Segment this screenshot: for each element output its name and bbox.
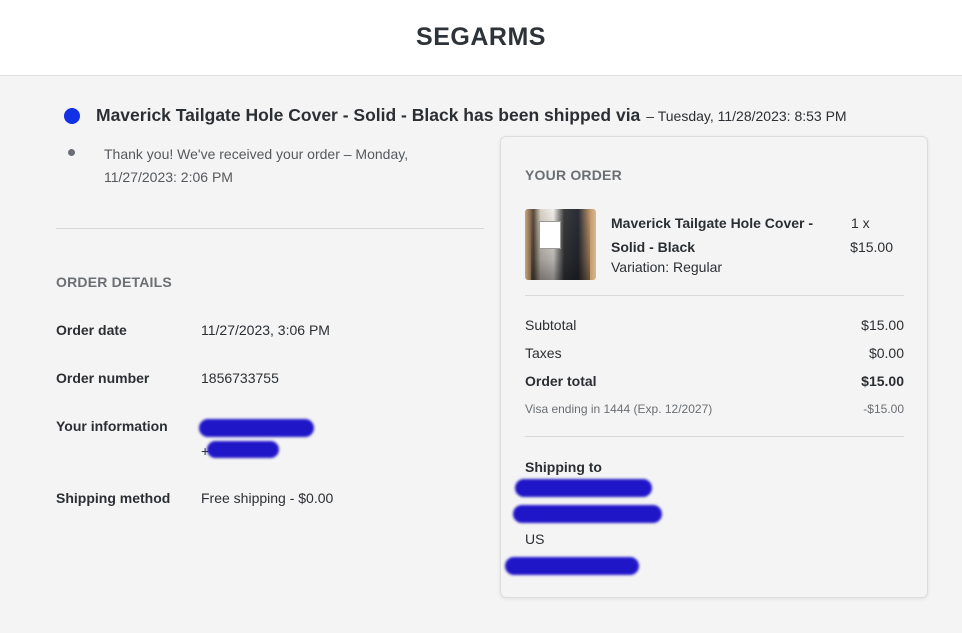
order-number-label: Order number xyxy=(56,370,150,386)
store-brand[interactable]: SEGARMS xyxy=(416,23,546,52)
order-total-row: Order total $15.00 xyxy=(525,373,904,389)
redacted-ship-email xyxy=(505,557,639,575)
received-status-dot xyxy=(68,149,75,156)
product-price: $15.00 xyxy=(850,239,893,255)
redacted-name xyxy=(199,419,314,437)
shipping-country: US xyxy=(525,531,545,547)
shipped-timestamp: – Tuesday, 11/28/2023: 8:53 PM xyxy=(646,108,847,124)
taxes-label: Taxes xyxy=(525,345,562,361)
redacted-ship-name xyxy=(515,479,652,497)
product-quantity: 1 x xyxy=(851,215,870,231)
product-name[interactable]: Maverick Tailgate Hole Cover - Solid - B… xyxy=(611,211,851,259)
payment-method-label: Visa ending in 1444 (Exp. 12/2027) xyxy=(525,402,713,416)
store-header: SEGARMS xyxy=(0,0,962,76)
subtotal-row: Subtotal $15.00 xyxy=(525,317,904,333)
card-divider xyxy=(525,295,904,296)
payment-amount: -$15.00 xyxy=(863,402,904,416)
subtotal-label: Subtotal xyxy=(525,317,577,333)
order-date-value: 11/27/2023, 3:06 PM xyxy=(201,322,330,338)
subtotal-value: $15.00 xyxy=(861,317,904,333)
redacted-ship-address xyxy=(513,505,662,523)
card-divider xyxy=(525,436,904,437)
order-total-label: Order total xyxy=(525,373,597,389)
your-order-card: YOUR ORDER Maverick Tailgate Hole Cover … xyxy=(500,136,928,598)
payment-row: Visa ending in 1444 (Exp. 12/2027) -$15.… xyxy=(525,402,904,416)
redacted-phone xyxy=(207,441,279,458)
section-divider xyxy=(56,228,484,229)
shipped-status-dot xyxy=(64,108,80,124)
product-thumbnail[interactable] xyxy=(525,209,596,280)
order-details-heading: ORDER DETAILS xyxy=(56,274,172,290)
taxes-row: Taxes $0.00 xyxy=(525,345,904,361)
shipped-status: Maverick Tailgate Hole Cover - Solid - B… xyxy=(96,105,847,126)
shipped-text: Maverick Tailgate Hole Cover - Solid - B… xyxy=(96,105,641,125)
your-order-heading: YOUR ORDER xyxy=(525,167,622,183)
your-information-label: Your information xyxy=(56,418,168,434)
received-status-text: Thank you! We've received your order – M… xyxy=(104,146,409,185)
order-number-value: 1856733755 xyxy=(201,370,279,386)
shipping-method-label: Shipping method xyxy=(56,490,171,506)
product-variation: Variation: Regular xyxy=(611,259,723,275)
taxes-value: $0.00 xyxy=(868,345,904,361)
order-date-label: Order date xyxy=(56,322,127,338)
shipping-method-value: Free shipping - $0.00 xyxy=(201,490,334,506)
order-total-value: $15.00 xyxy=(861,373,904,389)
shipping-to-heading: Shipping to xyxy=(525,459,602,475)
